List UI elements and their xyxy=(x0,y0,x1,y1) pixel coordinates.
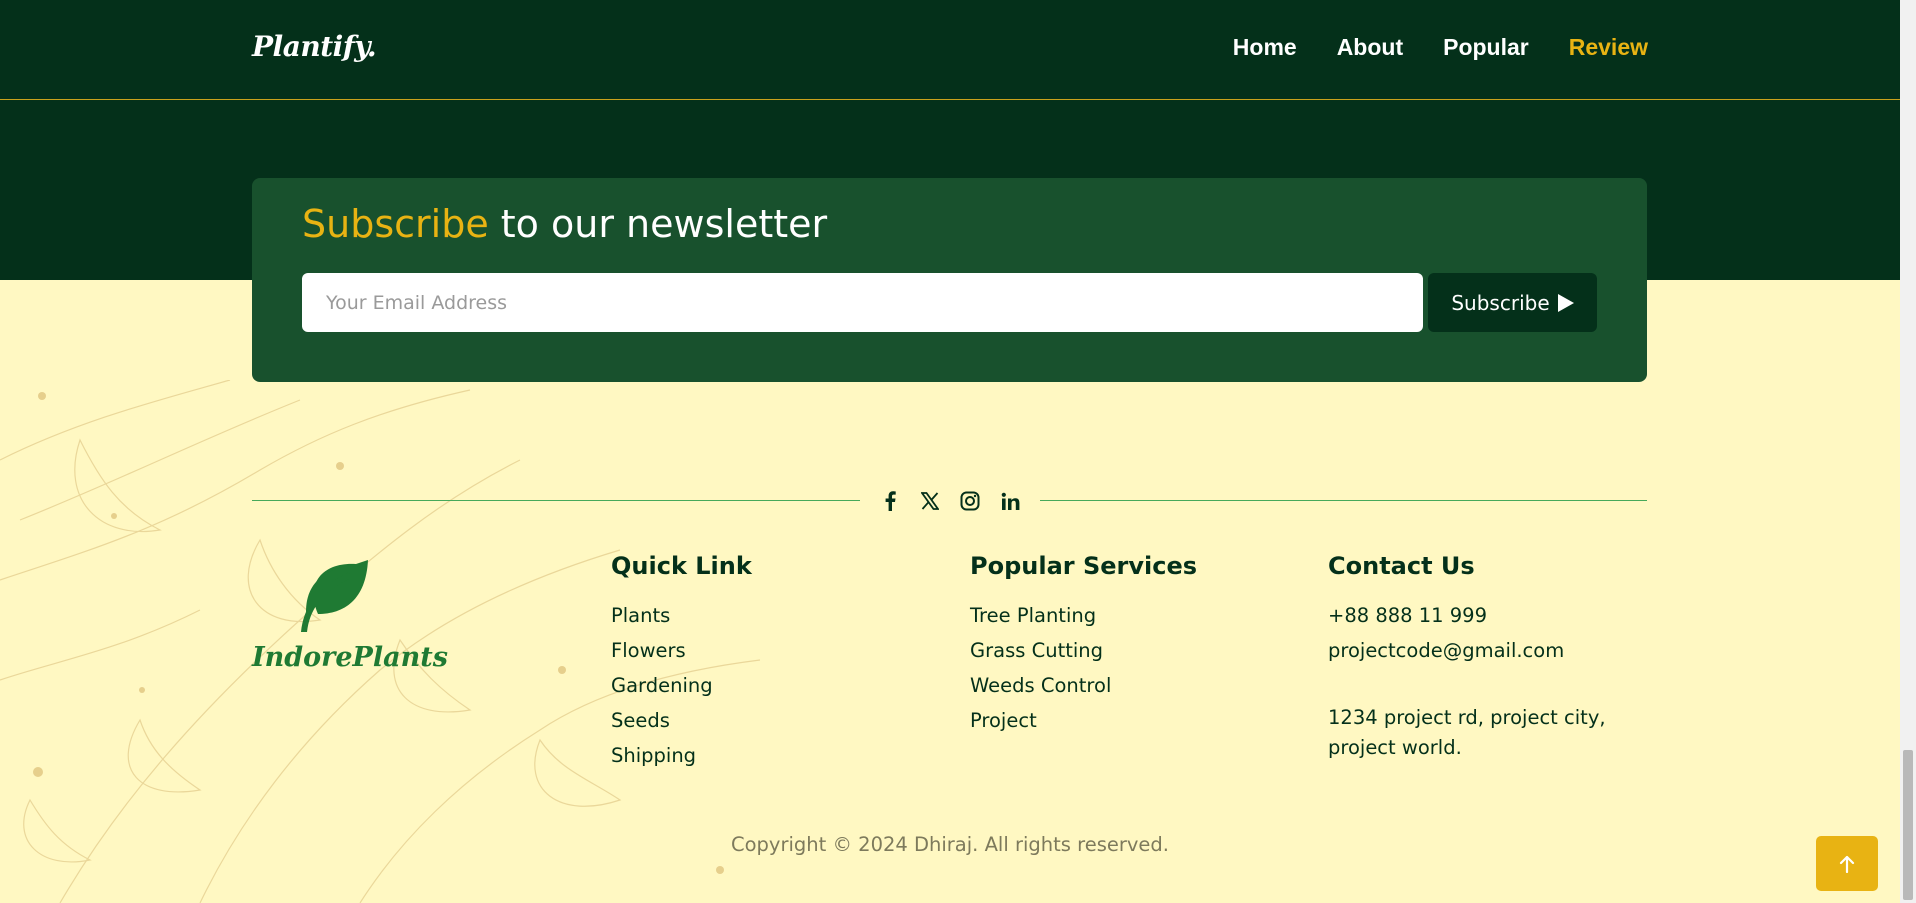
site-logo[interactable]: Plantify. xyxy=(252,30,377,63)
leaf-icon xyxy=(301,560,368,632)
contact-email[interactable]: projectcode@gmail.com xyxy=(1328,633,1628,668)
arrow-up-icon xyxy=(1839,855,1855,873)
scrollbar-thumb[interactable] xyxy=(1903,750,1913,900)
x-twitter-icon[interactable] xyxy=(919,490,941,512)
newsletter-title-highlight: Subscribe xyxy=(302,202,489,246)
link-plants[interactable]: Plants xyxy=(611,604,670,627)
newsletter-title-rest: to our newsletter xyxy=(488,202,828,246)
brand-name: IndorePlants xyxy=(252,642,448,673)
quick-links-column: Quick Link Plants Flowers Gardening Seed… xyxy=(611,552,752,773)
link-flowers[interactable]: Flowers xyxy=(611,639,686,662)
nav-popular[interactable]: Popular xyxy=(1443,34,1529,61)
link-tree-planting[interactable]: Tree Planting xyxy=(970,604,1096,627)
play-icon xyxy=(1557,293,1574,312)
nav-home[interactable]: Home xyxy=(1233,34,1297,61)
link-weeds-control[interactable]: Weeds Control xyxy=(970,674,1111,697)
subscribe-button-label: Subscribe xyxy=(1451,290,1550,315)
link-gardening[interactable]: Gardening xyxy=(611,674,713,697)
email-input[interactable] xyxy=(302,273,1423,332)
link-seeds[interactable]: Seeds xyxy=(611,709,670,732)
main-nav: Home About Popular Review xyxy=(1233,34,1648,61)
contact-address: 1234 project rd, project city, project w… xyxy=(1328,706,1606,759)
nav-about[interactable]: About xyxy=(1337,34,1403,61)
facebook-icon[interactable] xyxy=(879,490,901,512)
page-scrollbar[interactable] xyxy=(1900,0,1916,903)
back-to-top-button[interactable] xyxy=(1816,836,1878,891)
quick-links-title: Quick Link xyxy=(611,552,752,580)
contact-column: Contact Us +88 888 11 999 projectcode@gm… xyxy=(1328,552,1628,763)
subscribe-button[interactable]: Subscribe xyxy=(1428,273,1597,332)
newsletter-title: Subscribe to our newsletter xyxy=(302,202,827,246)
copyright-text: Copyright © 2024 Dhiraj. All rights rese… xyxy=(731,833,1169,856)
social-links xyxy=(860,484,1040,518)
contact-phone[interactable]: +88 888 11 999 xyxy=(1328,598,1628,633)
services-column: Popular Services Tree Planting Grass Cut… xyxy=(970,552,1197,738)
contact-title: Contact Us xyxy=(1328,552,1475,580)
link-grass-cutting[interactable]: Grass Cutting xyxy=(970,639,1103,662)
newsletter-card: Subscribe to our newsletter Subscribe xyxy=(252,178,1647,382)
nav-review[interactable]: Review xyxy=(1569,34,1648,61)
link-project[interactable]: Project xyxy=(970,709,1037,732)
linkedin-icon[interactable] xyxy=(999,490,1021,512)
link-shipping[interactable]: Shipping xyxy=(611,744,696,767)
services-title: Popular Services xyxy=(970,552,1198,580)
instagram-icon[interactable] xyxy=(959,490,981,512)
site-header: Plantify. Home About Popular Review xyxy=(0,0,1900,100)
